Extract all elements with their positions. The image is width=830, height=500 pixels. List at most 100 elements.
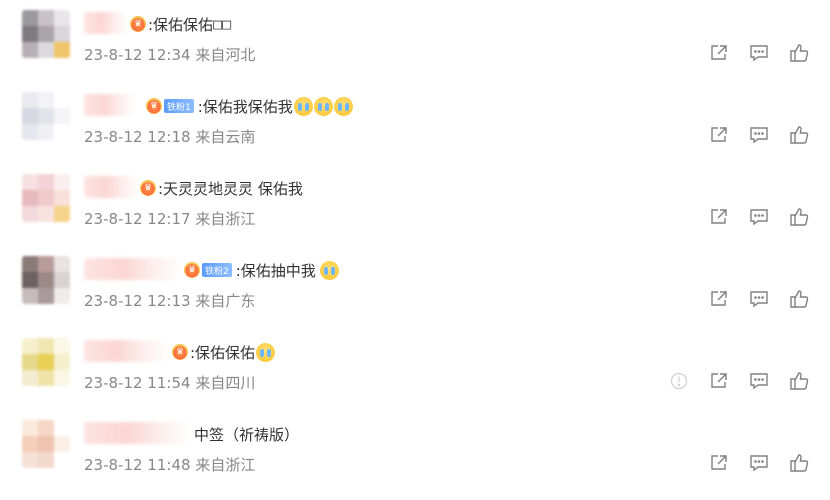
fan-badge: 铁粉2 bbox=[202, 263, 232, 277]
like-icon bbox=[790, 454, 809, 472]
crown-badge-icon: ♛ bbox=[130, 16, 146, 32]
comment-icon bbox=[750, 373, 768, 390]
like-icon bbox=[790, 208, 809, 226]
comment-location: 广东 bbox=[225, 292, 256, 310]
comment-button[interactable] bbox=[748, 370, 770, 392]
comment-button[interactable] bbox=[748, 42, 770, 64]
comment-item: ♛ :保佑保佑 □□ 23-8-12 12:34 来自河北 bbox=[0, 0, 830, 82]
comment-location: 浙江 bbox=[225, 456, 256, 474]
comment-text: :保佑我保佑我 bbox=[197, 97, 293, 116]
comment-actions bbox=[708, 288, 810, 310]
comment-actions bbox=[708, 452, 810, 474]
like-button[interactable] bbox=[788, 42, 810, 64]
like-button[interactable] bbox=[788, 370, 810, 392]
comment-actions bbox=[708, 124, 810, 146]
location-label: 来自 bbox=[195, 210, 226, 228]
crown-badge-icon: ♛ bbox=[172, 344, 188, 360]
comment-item: 中签（祈祷版） 23-8-12 11:48 来自浙江 bbox=[0, 410, 830, 492]
share-icon bbox=[711, 373, 727, 388]
share-icon bbox=[711, 455, 727, 470]
comment-button[interactable] bbox=[748, 124, 770, 146]
comment-item: ♛ :天灵灵地灵灵 保佑我 23-8-12 12:17 来自浙江 bbox=[0, 164, 830, 246]
comment-location: 云南 bbox=[225, 128, 256, 146]
share-icon bbox=[711, 291, 727, 306]
report-icon bbox=[670, 372, 688, 390]
location-label: 来自 bbox=[195, 292, 226, 310]
share-button[interactable] bbox=[708, 206, 730, 228]
like-icon bbox=[790, 372, 809, 390]
like-button[interactable] bbox=[788, 288, 810, 310]
comment-item: ♛ :保佑保佑 23-8-12 11:54 来自四川 bbox=[0, 328, 830, 410]
comment-actions bbox=[708, 42, 810, 64]
comment-icon bbox=[750, 45, 768, 62]
like-button[interactable] bbox=[788, 124, 810, 146]
comment-icon bbox=[750, 209, 768, 226]
avatar[interactable] bbox=[22, 10, 70, 58]
comment-time: 23-8-12 12:18 bbox=[84, 128, 191, 146]
crying-emoji-icon bbox=[293, 96, 313, 116]
comment-time: 23-8-12 12:34 bbox=[84, 46, 191, 64]
comment-location: 浙江 bbox=[225, 210, 256, 228]
comment-meta: 23-8-12 11:48 来自浙江 bbox=[84, 454, 255, 475]
crown-badge-icon: ♛ bbox=[184, 262, 200, 278]
comment-item: ♛ 铁粉1 :保佑我保佑我 23-8-12 12:18 来自云南 bbox=[0, 82, 830, 164]
comment-location: 四川 bbox=[225, 374, 256, 392]
comment-button[interactable] bbox=[748, 288, 770, 310]
report-button[interactable] bbox=[668, 370, 690, 392]
comment-icon bbox=[750, 291, 768, 308]
location-label: 来自 bbox=[195, 374, 226, 392]
comment-item: ♛ 铁粉2 :保佑抽中我 23-8-12 12:13 来自广东 bbox=[0, 246, 830, 328]
comment-icon bbox=[750, 455, 768, 472]
comment-actions bbox=[708, 206, 810, 228]
share-icon bbox=[711, 209, 727, 224]
comment-time: 23-8-12 12:17 bbox=[84, 210, 191, 228]
like-icon bbox=[790, 126, 809, 144]
comment-button[interactable] bbox=[748, 206, 770, 228]
like-button[interactable] bbox=[788, 452, 810, 474]
location-label: 来自 bbox=[195, 128, 226, 146]
share-button[interactable] bbox=[708, 124, 730, 146]
comment-meta: 23-8-12 12:34 来自河北 bbox=[84, 44, 255, 65]
like-icon bbox=[790, 44, 809, 62]
share-icon bbox=[711, 45, 727, 60]
share-button[interactable] bbox=[708, 42, 730, 64]
like-button[interactable] bbox=[788, 206, 810, 228]
comment-meta: 23-8-12 12:18 来自云南 bbox=[84, 126, 255, 147]
username-blurred[interactable] bbox=[84, 340, 168, 362]
share-button[interactable] bbox=[708, 452, 730, 474]
comment-meta: 23-8-12 11:54 来自四川 bbox=[84, 372, 255, 393]
comment-time: 23-8-12 12:13 bbox=[84, 292, 191, 310]
comment-meta: 23-8-12 12:13 来自广东 bbox=[84, 290, 255, 311]
comment-text: 中签（祈祷版） bbox=[194, 425, 300, 444]
avatar[interactable] bbox=[22, 92, 70, 140]
crying-emoji-icon bbox=[256, 342, 276, 362]
comment-meta: 23-8-12 12:17 来自浙江 bbox=[84, 208, 255, 229]
avatar[interactable] bbox=[22, 338, 70, 386]
unrendered-glyphs: □□ bbox=[213, 15, 232, 33]
avatar[interactable] bbox=[22, 256, 70, 304]
crown-badge-icon: ♛ bbox=[146, 98, 162, 114]
share-icon bbox=[711, 127, 727, 142]
comment-button[interactable] bbox=[748, 452, 770, 474]
username-blurred[interactable] bbox=[84, 94, 136, 116]
location-label: 来自 bbox=[195, 46, 226, 64]
comment-text: :天灵灵地灵灵 保佑我 bbox=[158, 179, 303, 198]
avatar[interactable] bbox=[22, 174, 70, 222]
username-blurred[interactable] bbox=[84, 258, 184, 280]
crying-emoji-icon bbox=[319, 260, 339, 280]
username-blurred[interactable] bbox=[84, 422, 194, 444]
avatar[interactable] bbox=[22, 420, 70, 468]
location-label: 来自 bbox=[195, 456, 226, 474]
like-icon bbox=[790, 290, 809, 308]
username-blurred[interactable] bbox=[84, 12, 128, 34]
comment-location: 河北 bbox=[225, 46, 256, 64]
username-blurred[interactable] bbox=[84, 176, 140, 198]
comment-time: 23-8-12 11:48 bbox=[84, 456, 191, 474]
share-button[interactable] bbox=[708, 288, 730, 310]
comment-text: :保佑保佑 bbox=[190, 343, 256, 362]
comment-actions bbox=[668, 370, 810, 392]
crying-emoji-icon bbox=[313, 96, 333, 116]
fan-badge: 铁粉1 bbox=[164, 99, 194, 113]
comment-text: :保佑抽中我 bbox=[235, 261, 316, 280]
share-button[interactable] bbox=[708, 370, 730, 392]
